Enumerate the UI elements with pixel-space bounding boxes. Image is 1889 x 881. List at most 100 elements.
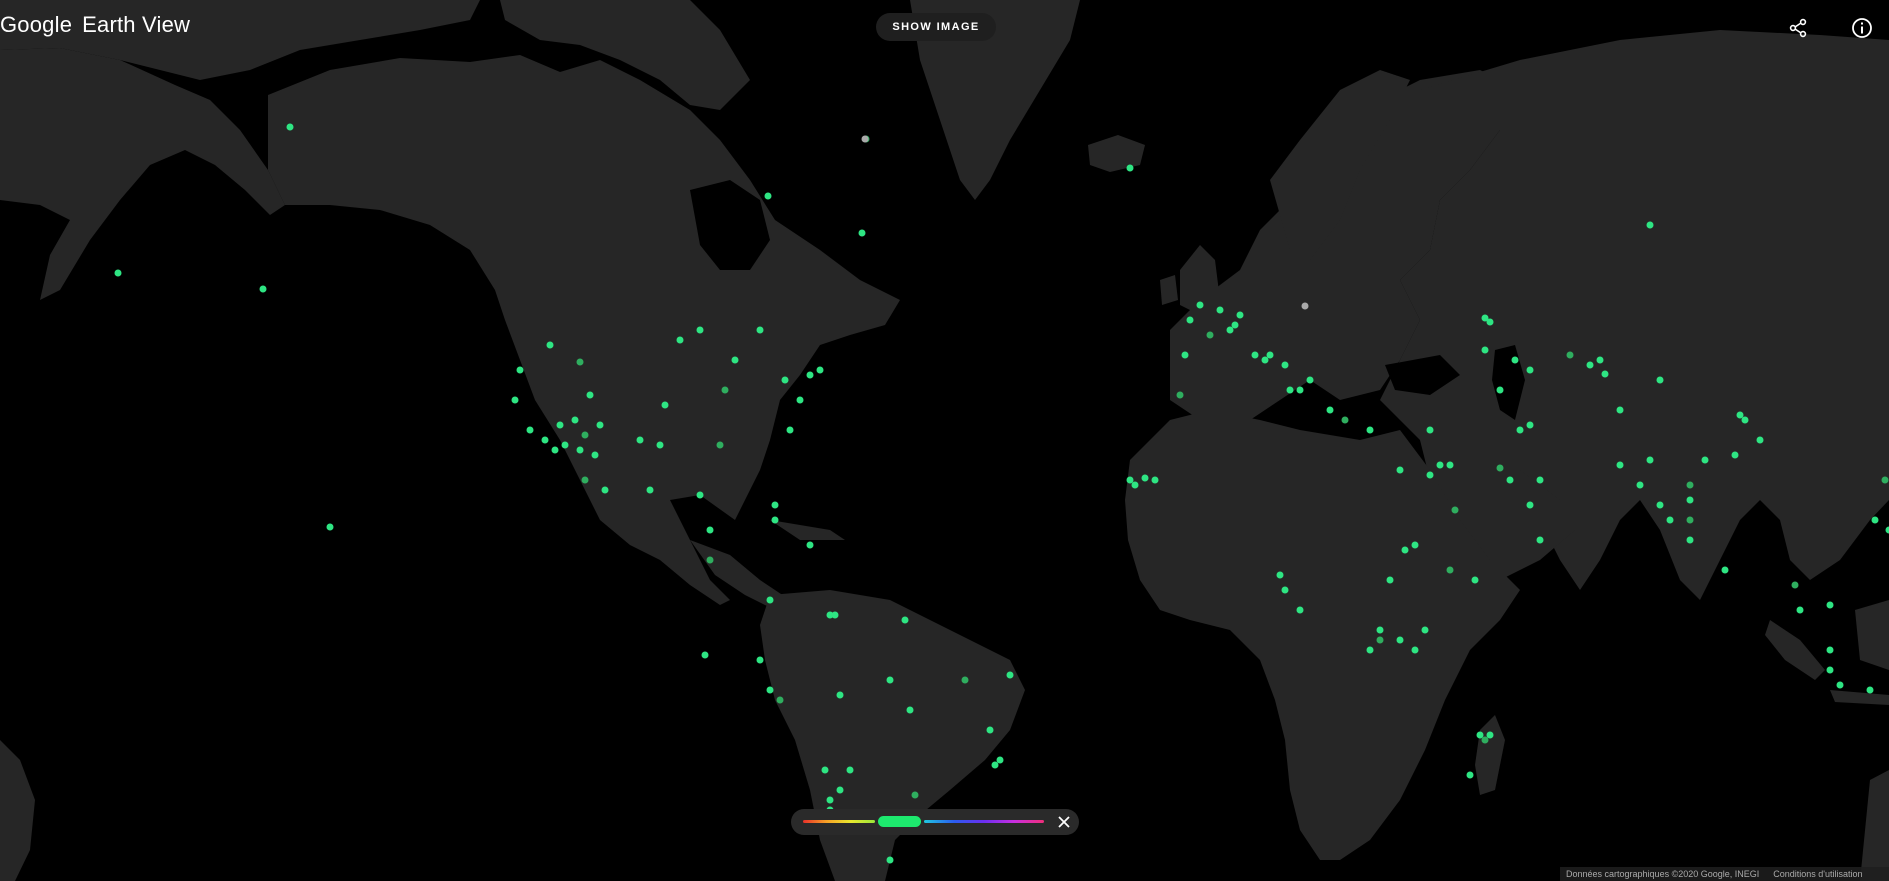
location-dot[interactable] <box>1646 456 1654 464</box>
location-dot[interactable] <box>1596 356 1604 364</box>
location-dot[interactable] <box>826 796 834 804</box>
location-dot[interactable] <box>601 486 609 494</box>
location-dot[interactable] <box>1616 461 1624 469</box>
location-dot[interactable] <box>326 523 334 531</box>
location-dot[interactable] <box>1446 461 1454 469</box>
location-dot[interactable] <box>1261 356 1269 364</box>
location-dot[interactable] <box>1401 546 1409 554</box>
location-dot[interactable] <box>1826 666 1834 674</box>
location-dot[interactable] <box>1181 351 1189 359</box>
location-dot[interactable] <box>1306 376 1314 384</box>
location-dot[interactable] <box>706 556 714 564</box>
location-dot[interactable] <box>696 491 704 499</box>
location-dot[interactable] <box>886 676 894 684</box>
location-dot[interactable] <box>576 446 584 454</box>
location-dot[interactable] <box>961 676 969 684</box>
location-dot[interactable] <box>986 726 994 734</box>
location-dot[interactable] <box>1471 576 1479 584</box>
location-dot[interactable] <box>541 436 549 444</box>
filter-selected-green[interactable] <box>878 816 921 827</box>
location-dot[interactable] <box>806 541 814 549</box>
location-dot[interactable] <box>1836 681 1844 689</box>
location-dot[interactable] <box>766 596 774 604</box>
filter-close-button[interactable] <box>1055 813 1073 831</box>
location-dot[interactable] <box>1131 481 1139 489</box>
location-dot[interactable] <box>1656 376 1664 384</box>
location-dot[interactable] <box>1386 576 1394 584</box>
location-dot[interactable] <box>731 356 739 364</box>
location-dot[interactable] <box>1826 646 1834 654</box>
location-dot[interactable] <box>1126 476 1134 484</box>
location-dot[interactable] <box>581 431 589 439</box>
location-dot[interactable] <box>1286 386 1294 394</box>
location-dot[interactable] <box>1481 346 1489 354</box>
location-dot[interactable] <box>1226 326 1234 334</box>
info-button[interactable] <box>1848 14 1876 42</box>
location-dot[interactable] <box>911 791 919 799</box>
location-dot[interactable] <box>1496 464 1504 472</box>
location-dot[interactable] <box>636 436 644 444</box>
location-dot[interactable] <box>1396 636 1404 644</box>
color-filter-bar[interactable] <box>791 809 1079 835</box>
location-dot[interactable] <box>1301 302 1309 310</box>
location-dot[interactable] <box>1526 421 1534 429</box>
location-dot[interactable] <box>114 269 122 277</box>
location-dot[interactable] <box>706 526 714 534</box>
location-dot[interactable] <box>836 691 844 699</box>
location-dot[interactable] <box>546 341 554 349</box>
location-dot[interactable] <box>586 391 594 399</box>
location-dot[interactable] <box>1686 536 1694 544</box>
location-dot[interactable] <box>1231 321 1239 329</box>
location-dot[interactable] <box>1296 386 1304 394</box>
location-dot[interactable] <box>886 856 894 864</box>
location-dot[interactable] <box>1636 481 1644 489</box>
location-dot[interactable] <box>1756 436 1764 444</box>
location-dot[interactable] <box>596 421 604 429</box>
location-dot[interactable] <box>551 446 559 454</box>
location-dot[interactable] <box>1721 566 1729 574</box>
share-button[interactable] <box>1784 14 1812 42</box>
location-dot[interactable] <box>1236 311 1244 319</box>
location-dot[interactable] <box>1196 301 1204 309</box>
location-dot[interactable] <box>776 696 784 704</box>
location-dot[interactable] <box>771 501 779 509</box>
location-dot[interactable] <box>901 616 909 624</box>
location-dot[interactable] <box>576 358 584 366</box>
location-dot[interactable] <box>1366 426 1374 434</box>
location-dot[interactable] <box>1526 366 1534 374</box>
location-dot[interactable] <box>858 229 866 237</box>
location-dot[interactable] <box>1276 571 1284 579</box>
location-dot[interactable] <box>1426 426 1434 434</box>
location-dot[interactable] <box>1741 416 1749 424</box>
location-dot[interactable] <box>1656 501 1664 509</box>
location-dot[interactable] <box>1526 501 1534 509</box>
location-dot[interactable] <box>1006 671 1014 679</box>
location-dot[interactable] <box>571 416 579 424</box>
location-dot[interactable] <box>1536 476 1544 484</box>
location-dot[interactable] <box>1341 416 1349 424</box>
location-dot[interactable] <box>816 366 824 374</box>
location-dot[interactable] <box>861 135 869 143</box>
location-dot[interactable] <box>1376 636 1384 644</box>
location-dot[interactable] <box>1506 476 1514 484</box>
location-dot[interactable] <box>806 371 814 379</box>
location-dot[interactable] <box>1516 426 1524 434</box>
location-dot[interactable] <box>1686 516 1694 524</box>
location-dot[interactable] <box>1791 581 1799 589</box>
location-dot[interactable] <box>661 401 669 409</box>
location-dot[interactable] <box>1881 476 1889 484</box>
location-dot[interactable] <box>1736 411 1744 419</box>
location-dot[interactable] <box>1266 351 1274 359</box>
location-dot[interactable] <box>1426 471 1434 479</box>
world-map[interactable] <box>0 0 1889 881</box>
location-dot[interactable] <box>1701 456 1709 464</box>
location-dot[interactable] <box>1451 506 1459 514</box>
location-dot[interactable] <box>1566 351 1574 359</box>
location-dot[interactable] <box>1296 606 1304 614</box>
location-dot[interactable] <box>556 421 564 429</box>
location-dot[interactable] <box>1496 386 1504 394</box>
location-dot[interactable] <box>1216 306 1224 314</box>
filter-warm-range[interactable] <box>803 820 875 823</box>
location-dot[interactable] <box>1686 481 1694 489</box>
location-dot[interactable] <box>1536 536 1544 544</box>
